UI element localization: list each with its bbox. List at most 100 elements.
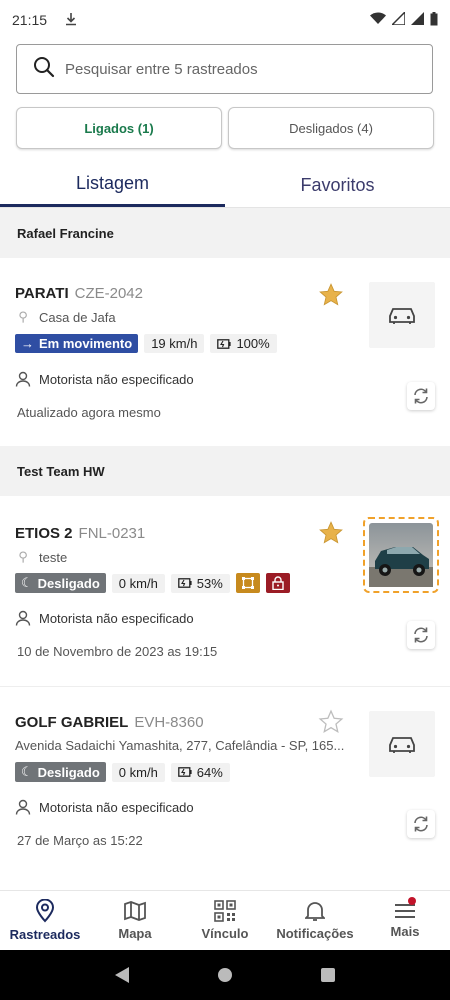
nav-vinculo[interactable]: Vínculo xyxy=(180,891,270,950)
tab-bar: Listagem Favoritos xyxy=(0,163,450,208)
nav-label: Mapa xyxy=(118,926,152,941)
driver-row: Motorista não especificado xyxy=(15,799,194,815)
system-navigation-bar xyxy=(0,950,450,1000)
moon-icon: ☾ xyxy=(21,764,33,779)
speed-chip: 0 km/h xyxy=(111,573,165,593)
bell-icon xyxy=(305,902,325,921)
driver-row: Motorista não especificado xyxy=(15,610,194,626)
nav-label: Mais xyxy=(390,924,420,939)
status-text: Desligado xyxy=(37,575,100,591)
car-icon xyxy=(389,308,415,324)
location-text: teste xyxy=(39,549,68,565)
vehicle-plate: CZE-2042 xyxy=(74,285,143,302)
vehicle-title: GOLF GABRIEL EVH-8360 xyxy=(15,714,204,731)
nav-label: Rastreados xyxy=(9,927,81,942)
search-icon xyxy=(33,56,55,83)
signal-icon xyxy=(390,10,406,28)
geofence-icon xyxy=(235,573,260,593)
user-icon xyxy=(15,610,31,626)
favorite-star-icon[interactable] xyxy=(318,520,344,546)
map-icon xyxy=(124,901,146,921)
vehicle-title: PARATI CZE-2042 xyxy=(15,285,143,302)
vehicle-location: ⚲ teste xyxy=(15,549,67,565)
filter-on-button[interactable]: Ligados (1) xyxy=(16,107,222,149)
vehicle-plate: FNL-0231 xyxy=(78,525,146,542)
filter-off-button[interactable]: Desligados (4) xyxy=(228,107,434,149)
refresh-icon xyxy=(414,388,428,404)
back-icon[interactable] xyxy=(114,966,130,984)
car-icon xyxy=(389,737,415,753)
status-text: Desligado xyxy=(37,764,100,780)
nav-mais[interactable]: Mais xyxy=(360,891,450,950)
battery-text: 100% xyxy=(236,336,270,351)
vehicle-title: ETIOS 2 FNL-0231 xyxy=(15,525,145,542)
vehicle-badges: ☾ Desligado 0 km/h 53% xyxy=(15,573,290,593)
battery-icon xyxy=(430,11,438,29)
battery-text: 53% xyxy=(196,575,223,591)
vehicle-location: Avenida Sadaichi Yamashita, 277, Cafelân… xyxy=(15,738,344,753)
vehicle-photo[interactable] xyxy=(363,517,439,593)
lock-icon xyxy=(265,573,290,593)
notification-dot xyxy=(408,897,416,905)
refresh-button[interactable] xyxy=(407,810,435,838)
battery-text: 64% xyxy=(196,764,223,780)
refresh-button[interactable] xyxy=(407,382,435,410)
recents-icon[interactable] xyxy=(320,967,336,983)
qr-icon xyxy=(214,900,236,922)
filter-row: Ligados (1) Desligados (4) xyxy=(16,107,434,149)
battery-chip: 53% xyxy=(170,573,230,593)
nav-label: Notificações xyxy=(276,926,354,941)
favorite-star-icon[interactable] xyxy=(318,282,344,308)
tab-listagem[interactable]: Listagem xyxy=(0,163,225,207)
driver-row: Motorista não especificado xyxy=(15,371,194,387)
status-text: Em movimento xyxy=(39,336,133,351)
location-pin-icon: ⚲ xyxy=(18,549,28,564)
status-time: 21:15 xyxy=(12,12,48,28)
vehicle-name: GOLF GABRIEL xyxy=(15,714,129,731)
nav-mapa[interactable]: Mapa xyxy=(90,891,180,950)
favorite-star-outline-icon[interactable] xyxy=(318,709,344,735)
driver-text: Motorista não especificado xyxy=(39,371,194,387)
location-pin-icon: ⚲ xyxy=(18,309,28,324)
nav-rastreados[interactable]: Rastreados xyxy=(0,891,90,950)
battery-charge-icon xyxy=(177,578,192,588)
refresh-button[interactable] xyxy=(407,621,435,649)
location-text: Avenida Sadaichi Yamashita, 277, Cafelân… xyxy=(15,738,345,753)
vehicle-badges: ☾ Desligado 0 km/h 64% xyxy=(15,762,230,782)
user-icon xyxy=(15,799,31,815)
search-bar[interactable] xyxy=(16,44,433,94)
nav-label: Vínculo xyxy=(201,926,249,941)
pin-icon xyxy=(35,899,55,923)
status-badge: ☾ Desligado xyxy=(15,762,106,782)
moon-icon: ☾ xyxy=(21,575,33,590)
refresh-icon xyxy=(414,627,428,643)
bottom-navigation: Rastreados Mapa Vínculo Notificações Mai… xyxy=(0,890,450,950)
status-bar: 21:15 xyxy=(0,0,450,40)
speed-chip: 0 km/h xyxy=(111,762,165,782)
battery-chip: 64% xyxy=(170,762,230,782)
vehicle-location: ⚲ Casa de Jafa xyxy=(15,309,116,325)
driver-text: Motorista não especificado xyxy=(39,799,194,815)
vehicle-thumbnail[interactable] xyxy=(369,282,435,348)
vehicle-card[interactable]: PARATI CZE-2042 ⚲ Casa de Jafa → Em movim… xyxy=(0,258,450,446)
driver-text: Motorista não especificado xyxy=(39,610,194,626)
vehicle-thumbnail[interactable] xyxy=(369,711,435,777)
status-badge: → Em movimento xyxy=(15,334,139,353)
battery-charge-icon xyxy=(177,767,192,777)
vehicle-name: PARATI xyxy=(15,285,69,302)
vehicle-badges: → Em movimento 19 km/h 100% xyxy=(15,334,277,353)
battery-charge-icon xyxy=(217,338,232,349)
group-header: Test Team HW xyxy=(0,446,450,496)
search-input[interactable] xyxy=(65,60,405,78)
vehicle-card[interactable]: ETIOS 2 FNL-0231 ⚲ teste ☾ Desligado 0 km… xyxy=(0,496,450,686)
tab-favoritos[interactable]: Favoritos xyxy=(225,163,450,207)
nav-notificacoes[interactable]: Notificações xyxy=(270,891,360,950)
vehicle-card[interactable]: GOLF GABRIEL EVH-8360 Avenida Sadaichi Ya… xyxy=(0,687,450,877)
group-header: Rafael Francine xyxy=(0,208,450,258)
home-icon[interactable] xyxy=(217,967,233,983)
download-icon xyxy=(65,12,77,29)
speed-chip: 19 km/h xyxy=(144,334,205,353)
updated-text: Atualizado agora mesmo xyxy=(17,405,161,420)
location-text: Casa de Jafa xyxy=(39,309,116,325)
vehicle-photo-image xyxy=(369,523,433,587)
